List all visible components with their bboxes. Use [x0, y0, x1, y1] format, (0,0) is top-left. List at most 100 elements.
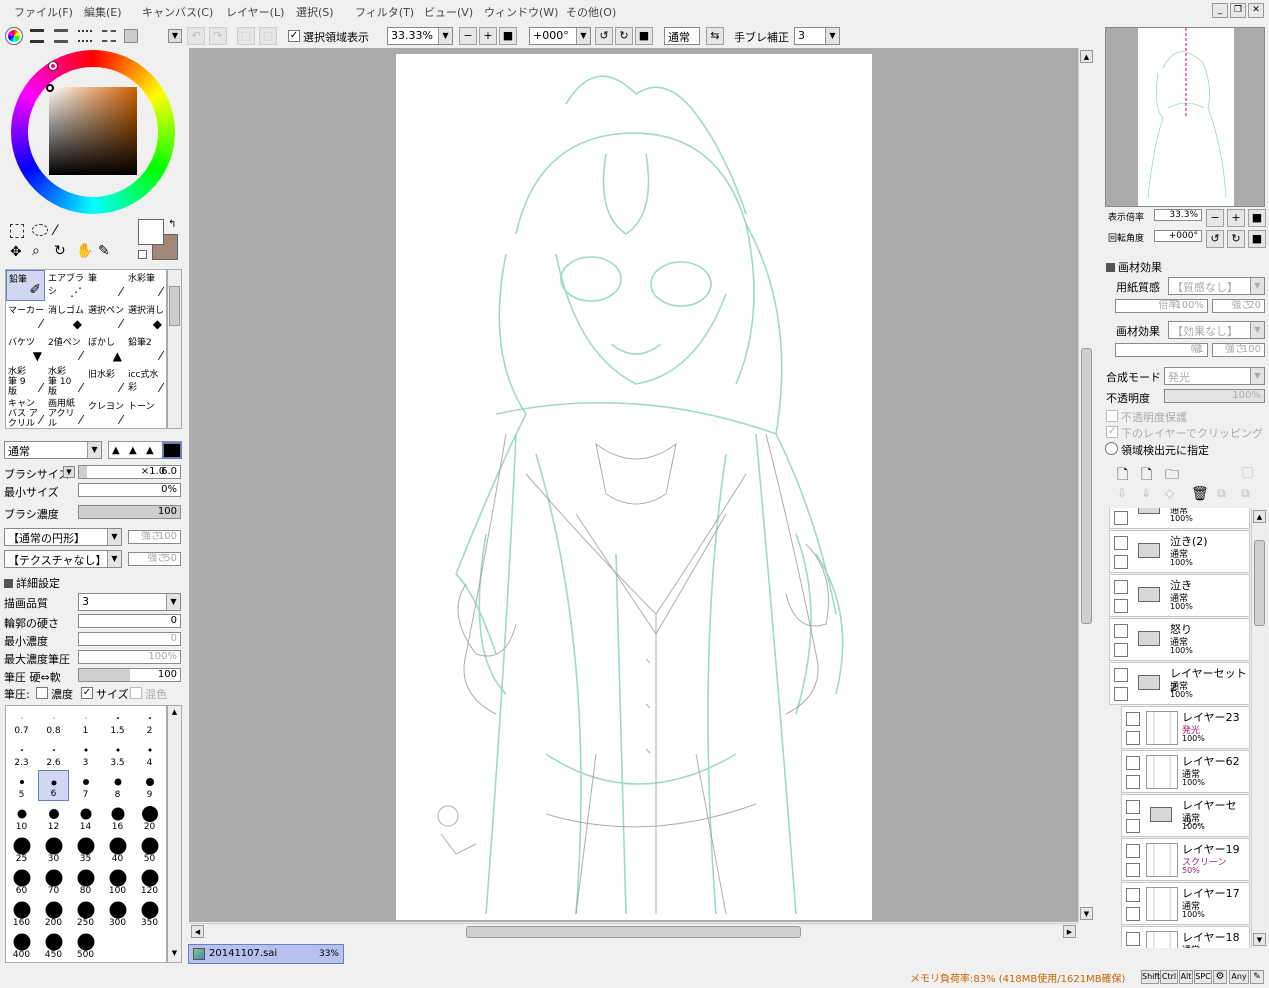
zoom-out-button[interactable]: −	[459, 27, 477, 45]
zoom-in-button[interactable]: +	[479, 27, 497, 45]
scroll-down-icon[interactable]: ▼	[1253, 933, 1266, 946]
shape-strength-slider[interactable]: 強さ100	[128, 530, 181, 544]
region-source-radio[interactable]	[1105, 442, 1118, 455]
layer-visibility-checkbox[interactable]	[1126, 888, 1140, 902]
edge-medium-icon[interactable]: ▲	[129, 445, 137, 456]
paper-texture-select[interactable]: 【質感なし】 ▼	[1168, 277, 1265, 295]
deselect-button[interactable]: ⬚	[237, 27, 255, 45]
brush-size-preset[interactable]: 30	[38, 834, 69, 865]
brush-effect-select[interactable]: 【効果なし】 ▼	[1168, 321, 1265, 339]
canvas-horizontal-scrollbar[interactable]: ◀ ▶	[189, 923, 1078, 940]
tool-tone[interactable]: トーン	[126, 398, 165, 429]
view-mode-select[interactable]: 通常	[664, 27, 700, 45]
menu-select[interactable]: 選択(S)	[296, 4, 334, 20]
brush-size-preset[interactable]: 16	[102, 802, 133, 833]
brush-size-preset[interactable]: 70	[38, 866, 69, 897]
new-folder-icon[interactable]: 🗀	[1165, 464, 1179, 488]
layer-row[interactable]: レイヤーセッ... 通常 100%	[1121, 794, 1250, 837]
menu-other[interactable]: その他(O)	[566, 4, 616, 20]
rotate-right-button[interactable]: ↻	[615, 27, 633, 45]
tool-paper-acrylic[interactable]: 画用紙 アクリル ⁄	[46, 398, 85, 429]
tool-icc-watercolor[interactable]: icc式水彩 ⁄	[126, 366, 165, 397]
scroll-down-icon[interactable]: ▼	[169, 949, 180, 960]
brush-size-preset[interactable]: 40	[102, 834, 133, 865]
edge-hard-icon[interactable]: ▲	[146, 445, 154, 456]
layer-lock-checkbox[interactable]	[1114, 511, 1128, 525]
layer-list-scrollbar[interactable]: ▲ ▼	[1251, 508, 1267, 948]
layer-lock-checkbox[interactable]	[1114, 687, 1128, 701]
flip-horizontal-button[interactable]: ⇆	[706, 27, 724, 45]
layer-lock-checkbox[interactable]	[1114, 555, 1128, 569]
brush-size-preset[interactable]: 9	[134, 770, 165, 801]
scroll-down-icon[interactable]: ▼	[1080, 907, 1093, 920]
user-material-tab-icon[interactable]	[124, 29, 138, 43]
layer-row[interactable]: レイヤー23 発光 100%	[1121, 706, 1250, 749]
scratchpad-tab-icon[interactable]	[102, 30, 116, 42]
scroll-right-icon[interactable]: ▶	[1063, 925, 1076, 938]
saturation-value-square[interactable]	[49, 87, 137, 175]
brush-mode-select[interactable]: 通常 ▼	[4, 441, 102, 459]
menu-edit[interactable]: 編集(E)	[84, 4, 122, 20]
scroll-thumb[interactable]	[1081, 348, 1092, 624]
effect-width-slider[interactable]: 幅1	[1115, 343, 1208, 357]
rgb-slider-tab-icon[interactable]	[30, 29, 44, 43]
blend-mode-select[interactable]: 発光 ▼	[1164, 367, 1265, 385]
scroll-thumb[interactable]	[1254, 540, 1265, 626]
menu-view[interactable]: ビュー(V)	[424, 4, 473, 20]
material-header[interactable]: 画材効果	[1106, 259, 1162, 275]
rect-select-icon[interactable]	[10, 224, 24, 238]
scroll-up-icon[interactable]: ▲	[1253, 510, 1266, 523]
brush-size-preset[interactable]: 2.6	[38, 738, 69, 769]
brush-size-preset[interactable]: 4	[134, 738, 165, 769]
document-tab[interactable]: 20141107.sai 33%	[188, 944, 344, 964]
brush-size-preset[interactable]: 200	[38, 898, 69, 929]
layer-lock-checkbox[interactable]	[1126, 907, 1140, 921]
min-size-slider[interactable]: 0%	[78, 483, 181, 497]
tool-blur[interactable]: ぼかし ▲	[86, 334, 125, 365]
brush-texture-select[interactable]: 【テクスチャなし】 ▼	[4, 550, 122, 568]
brush-size-preset[interactable]: 60	[6, 866, 37, 897]
minimize-button[interactable]: _	[1212, 3, 1228, 18]
brush-size-preset[interactable]: 5	[6, 770, 37, 801]
canvas-paper[interactable]	[396, 54, 872, 920]
layer-row[interactable]: 怒り 通常 100%	[1109, 618, 1250, 661]
brush-size-preset[interactable]: 250	[70, 898, 101, 929]
brush-size-preset[interactable]: 25	[6, 834, 37, 865]
swap-colors-icon[interactable]: ↰	[168, 219, 176, 230]
scroll-thumb[interactable]	[169, 286, 180, 326]
nav-zoom-reset-button[interactable]: ■	[1248, 209, 1266, 227]
paper-strength-slider[interactable]: 強さ20	[1212, 299, 1265, 313]
effect-strength-slider[interactable]: 強さ100	[1212, 343, 1265, 357]
menu-canvas[interactable]: キャンバス(C)	[142, 4, 213, 20]
merge-down-icon[interactable]: ⇓	[1141, 486, 1151, 500]
flatten-icon[interactable]: ⧉	[1241, 486, 1250, 501]
stabilizer-select[interactable]: 3 ▼	[794, 27, 840, 45]
selection-display-checkbox[interactable]: ✓	[288, 30, 300, 42]
brush-size-preset[interactable]: 10	[6, 802, 37, 833]
layer-visibility-checkbox[interactable]	[1126, 932, 1140, 946]
brush-size-slider[interactable]: ×1.06.0	[78, 465, 181, 479]
clear-layer-icon[interactable]: ◇	[1165, 486, 1174, 500]
brush-size-preset[interactable]: 20	[134, 802, 165, 833]
layer-visibility-checkbox[interactable]	[1114, 668, 1128, 682]
opacity-slider[interactable]: 100%	[1164, 389, 1265, 403]
nav-zoom-out-button[interactable]: −	[1206, 209, 1224, 227]
brush-size-preset[interactable]: 35	[70, 834, 101, 865]
brush-size-preset[interactable]: 14	[70, 802, 101, 833]
redo-button[interactable]: ↷	[209, 27, 227, 45]
brush-size-preset[interactable]: 500	[70, 930, 101, 961]
layer-row[interactable]: レイヤー62 通常 100%	[1121, 750, 1250, 793]
folder-icon[interactable]	[1138, 587, 1160, 602]
canvas-viewport[interactable]	[189, 48, 1078, 922]
menu-layer[interactable]: レイヤー(L)	[226, 4, 284, 20]
brush-size-preset[interactable]: 300	[102, 898, 133, 929]
layer-mask-icon[interactable]: ▢	[1241, 464, 1254, 480]
folder-icon[interactable]	[1138, 631, 1160, 646]
min-density-slider[interactable]: 0	[78, 632, 181, 646]
paper-magnif-slider[interactable]: 倍率100%	[1115, 299, 1208, 313]
brush-size-preset[interactable]: 80	[70, 866, 101, 897]
brush-size-preset[interactable]: 120	[134, 866, 165, 897]
lasso-icon[interactable]	[32, 224, 48, 236]
folder-icon[interactable]	[1150, 807, 1172, 822]
layer-visibility-checkbox[interactable]	[1126, 844, 1140, 858]
